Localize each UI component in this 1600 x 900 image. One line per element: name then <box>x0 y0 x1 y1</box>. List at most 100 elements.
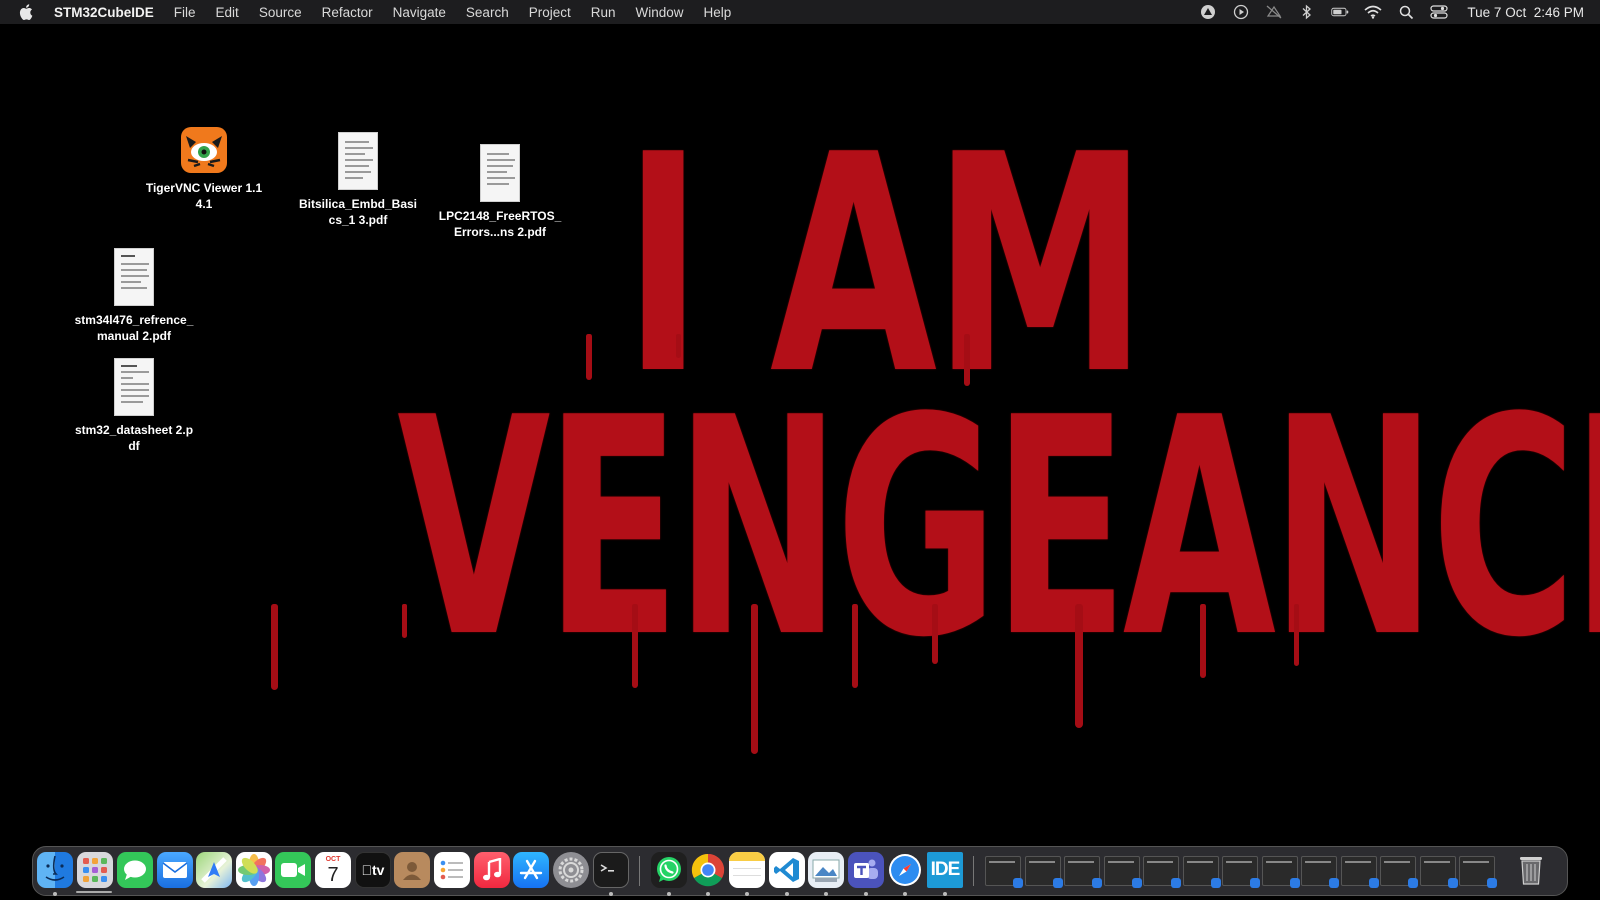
dock-terminal[interactable] <box>593 852 629 888</box>
paint-drip <box>1294 604 1299 666</box>
dock-separator <box>973 856 974 886</box>
running-indicator <box>609 892 613 896</box>
minimized-window-thumbnail[interactable] <box>1262 856 1300 888</box>
minimized-window-thumbnail[interactable] <box>1143 856 1181 888</box>
paint-drip <box>1200 604 1206 678</box>
chrome-icon <box>691 853 725 887</box>
dock-whatsapp[interactable] <box>651 852 687 888</box>
apple-tv-label: tv <box>366 862 384 878</box>
running-indicator <box>706 892 710 896</box>
notes-line <box>733 875 761 876</box>
desktop-icon-lpc2148-pdf[interactable]: LPC2148_FreeRTOS_Errors...ns 2.pdf <box>438 144 562 240</box>
minimized-window-thumbnail[interactable] <box>985 856 1023 888</box>
minimized-window-thumbnail[interactable] <box>1459 856 1497 888</box>
minimized-window-thumbnail[interactable] <box>1341 856 1379 888</box>
active-app-name[interactable]: STM32CubeIDE <box>54 5 154 20</box>
dock-stm32cubeide[interactable]: IDE <box>927 852 963 888</box>
minimized-window-thumbnail[interactable] <box>1420 856 1458 888</box>
preview-icon <box>812 859 840 882</box>
menu-navigate[interactable]: Navigate <box>393 5 446 20</box>
menu-search[interactable]: Search <box>466 5 509 20</box>
minimized-window-thumbnail[interactable] <box>1222 856 1260 888</box>
dock-vscode[interactable] <box>769 852 805 888</box>
minimized-window-thumbnail[interactable] <box>1301 856 1339 888</box>
clock-time: 2:46 PM <box>1533 4 1584 20</box>
dock-notes[interactable] <box>729 852 765 888</box>
vscode-icon <box>774 858 799 882</box>
menu-refactor[interactable]: Refactor <box>322 5 373 20</box>
desktop-icon-bitsilica-pdf[interactable]: Bitsilica_Embd_Basics_1 3.pdf <box>296 132 420 228</box>
apple-menu-icon[interactable] <box>18 3 34 21</box>
launchpad-icon <box>83 858 107 882</box>
creative-cloud-icon[interactable] <box>1199 4 1217 20</box>
wifi-icon[interactable] <box>1364 4 1382 20</box>
whatsapp-icon <box>657 857 681 882</box>
minimized-window-thumbnail[interactable] <box>1380 856 1418 888</box>
dock-music[interactable] <box>474 852 510 888</box>
dock-launchpad[interactable] <box>77 852 113 888</box>
dock-safari[interactable] <box>887 852 923 888</box>
desktop-icon-label: stm32_datasheet 2.pdf <box>74 423 194 453</box>
contacts-icon <box>403 862 421 880</box>
status-area: Tue 7 Oct 2:46 PM <box>1199 0 1584 24</box>
dock-apple-tv[interactable]: tv <box>355 852 391 888</box>
paint-drip <box>586 334 592 380</box>
menu-edit[interactable]: Edit <box>216 5 239 20</box>
dock-system-settings[interactable] <box>553 852 589 888</box>
dock-reminders[interactable] <box>434 852 470 888</box>
dock-facetime[interactable] <box>275 852 311 888</box>
menu-project[interactable]: Project <box>529 5 571 20</box>
menu-bar-clock[interactable]: Tue 7 Oct 2:46 PM <box>1467 5 1584 20</box>
running-indicator <box>667 892 671 896</box>
running-indicator <box>785 892 789 896</box>
minimized-window-thumbnail[interactable] <box>1064 856 1102 888</box>
paint-drip <box>1075 604 1083 728</box>
desktop-icon-label: Bitsilica_Embd_Basics_1 3.pdf <box>298 197 418 227</box>
trash-icon <box>1520 857 1542 885</box>
wallpaper-text-line2: VENGEANCE <box>397 354 1600 703</box>
finder-icon <box>45 855 65 881</box>
dock-contacts[interactable] <box>394 852 430 888</box>
desktop-icon-stm32l476-manual-pdf[interactable]: stm34l476_refrence_manual 2.pdf <box>72 248 196 344</box>
app-store-icon <box>519 859 543 880</box>
apple-tv-icon: tv <box>362 862 385 878</box>
desktop-icon-tigervnc[interactable]: TigerVNC Viewer 1.14.1 <box>142 126 266 212</box>
paint-drip <box>632 604 638 688</box>
minimized-window-thumbnail[interactable] <box>1104 856 1142 888</box>
menu-source[interactable]: Source <box>259 5 302 20</box>
pdf-document-icon <box>338 132 378 190</box>
muted-bell-icon[interactable] <box>1265 4 1283 20</box>
dock-chrome[interactable] <box>690 852 726 888</box>
dock-calendar[interactable]: OCT 7 <box>315 852 351 888</box>
facetime-icon <box>281 863 305 877</box>
menu-file[interactable]: File <box>174 5 196 20</box>
dock: OCT 7 tv <box>32 846 1568 896</box>
control-center-icon[interactable] <box>1430 4 1449 20</box>
menu-run[interactable]: Run <box>591 5 616 20</box>
dock-finder[interactable] <box>37 852 73 888</box>
pdf-document-icon <box>114 248 154 306</box>
dock-maps[interactable] <box>196 852 232 888</box>
bluetooth-icon[interactable] <box>1298 4 1316 20</box>
desktop-screen: STM32CubeIDE File Edit Source Refactor N… <box>0 0 1600 900</box>
safari-icon <box>889 854 921 886</box>
desktop-icon-stm32-datasheet-pdf[interactable]: stm32_datasheet 2.pdf <box>72 358 196 454</box>
running-indicator <box>864 892 868 896</box>
menu-window[interactable]: Window <box>636 5 684 20</box>
play-icon[interactable] <box>1232 4 1250 20</box>
minimized-window-thumbnail[interactable] <box>1025 856 1063 888</box>
menu-help[interactable]: Help <box>704 5 732 20</box>
dock-teams[interactable] <box>848 852 884 888</box>
dock-messages[interactable] <box>117 852 153 888</box>
battery-icon[interactable] <box>1331 4 1349 20</box>
desktop-icon-label: stm34l476_refrence_manual 2.pdf <box>74 313 194 343</box>
dock-preview[interactable] <box>808 852 844 888</box>
teams-icon <box>854 859 878 879</box>
dock-photos[interactable] <box>236 852 272 888</box>
dock-mail[interactable] <box>157 852 193 888</box>
minimized-window-thumbnail[interactable] <box>1183 856 1221 888</box>
dock-trash[interactable] <box>1513 852 1549 888</box>
dock-app-store[interactable] <box>513 852 549 888</box>
clock-date: Tue 7 Oct <box>1467 4 1527 20</box>
spotlight-search-icon[interactable] <box>1397 4 1415 20</box>
